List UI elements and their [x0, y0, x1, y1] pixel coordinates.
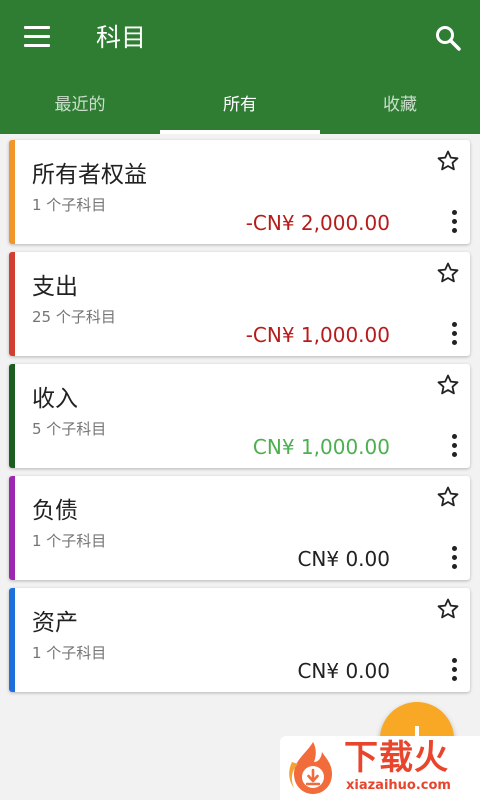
tab-bar: 最近的 所有 收藏	[0, 76, 480, 134]
more-vert-icon[interactable]	[450, 322, 458, 348]
flame-logo-icon	[289, 742, 332, 794]
tab-all[interactable]: 所有	[160, 76, 320, 134]
account-subaccount-count: 1 个子科目	[32, 532, 107, 550]
account-subaccount-count: 1 个子科目	[32, 644, 107, 662]
account-card-expenses[interactable]: 支出 25 个子科目 -CN¥ 1,000.00	[9, 252, 470, 356]
watermark-url: xiazaihuo.com	[346, 778, 451, 793]
account-color-bar	[9, 588, 15, 692]
account-name: 负债	[32, 498, 78, 524]
watermark-brand: 下载火	[344, 738, 449, 778]
account-name: 所有者权益	[32, 162, 147, 188]
app-bar: 科目 最近的 所有 收藏	[0, 0, 480, 134]
toolbar: 科目	[0, 0, 480, 76]
account-balance: CN¥ 0.00	[297, 547, 390, 571]
page-title: 科目	[96, 23, 147, 52]
account-card-income[interactable]: 收入 5 个子科目 CN¥ 1,000.00	[9, 364, 470, 468]
account-name: 收入	[32, 386, 78, 412]
star-outline-icon[interactable]	[436, 597, 460, 621]
account-subaccount-count: 5 个子科目	[32, 420, 107, 438]
star-outline-icon[interactable]	[436, 261, 460, 285]
account-subaccount-count: 25 个子科目	[32, 308, 116, 326]
account-balance: CN¥ 1,000.00	[252, 435, 390, 459]
more-vert-icon[interactable]	[450, 658, 458, 684]
more-vert-icon[interactable]	[450, 546, 458, 572]
account-card-liabilities[interactable]: 负债 1 个子科目 CN¥ 0.00	[9, 476, 470, 580]
menu-icon[interactable]	[24, 26, 50, 48]
tab-recent[interactable]: 最近的	[0, 76, 160, 134]
account-balance: CN¥ 0.00	[297, 659, 390, 683]
star-outline-icon[interactable]	[436, 373, 460, 397]
star-outline-icon[interactable]	[436, 485, 460, 509]
search-icon[interactable]	[434, 24, 462, 52]
account-name: 支出	[32, 274, 78, 300]
tab-favorites[interactable]: 收藏	[320, 76, 480, 134]
account-card-equity[interactable]: 所有者权益 1 个子科目 -CN¥ 2,000.00	[9, 140, 470, 244]
account-color-bar	[9, 252, 15, 356]
account-color-bar	[9, 364, 15, 468]
account-subaccount-count: 1 个子科目	[32, 196, 107, 214]
more-vert-icon[interactable]	[450, 210, 458, 236]
account-color-bar	[9, 476, 15, 580]
watermark: 下载火 xiazaihuo.com	[280, 736, 480, 800]
account-color-bar	[9, 140, 15, 244]
more-vert-icon[interactable]	[450, 434, 458, 460]
account-card-assets[interactable]: 资产 1 个子科目 CN¥ 0.00	[9, 588, 470, 692]
account-balance: -CN¥ 2,000.00	[245, 211, 390, 235]
account-name: 资产	[32, 610, 78, 636]
account-balance: -CN¥ 1,000.00	[245, 323, 390, 347]
star-outline-icon[interactable]	[436, 149, 460, 173]
